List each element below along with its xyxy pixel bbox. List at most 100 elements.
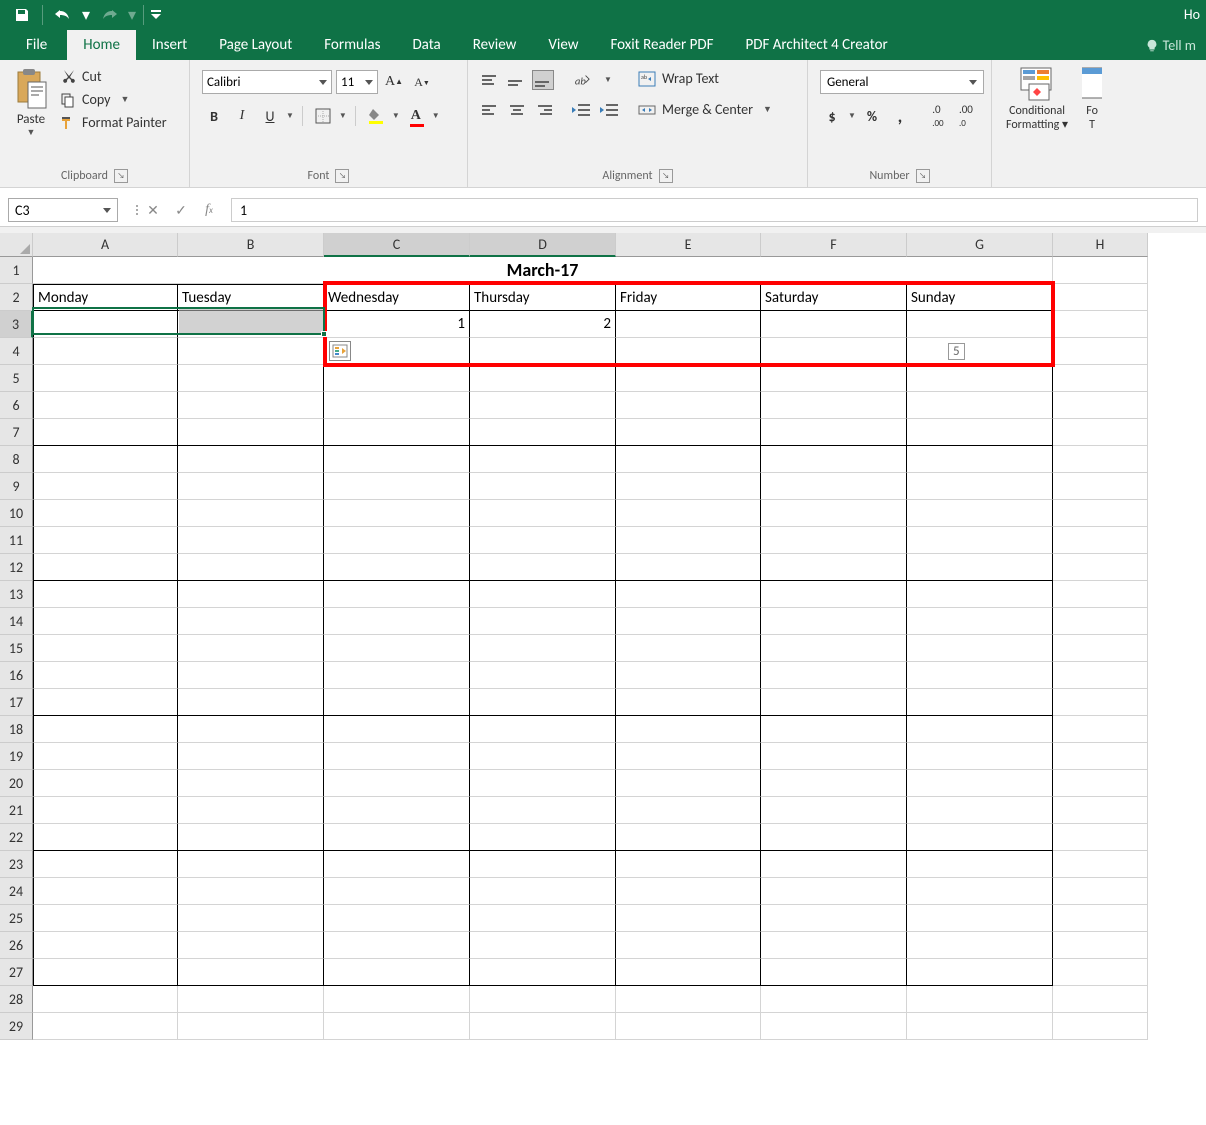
cell-A22[interactable] (33, 824, 178, 851)
cell-B19[interactable] (178, 743, 324, 770)
cell-D17[interactable] (470, 689, 616, 716)
cell-F4[interactable] (761, 338, 907, 365)
row-header-2[interactable]: 2 (0, 284, 33, 311)
cell-C2[interactable]: Wednesday (324, 284, 470, 311)
cell-B6[interactable] (178, 392, 324, 419)
row-header-21[interactable]: 21 (0, 797, 33, 824)
cell-E23[interactable] (616, 851, 761, 878)
cell-F8[interactable] (761, 446, 907, 473)
column-header-B[interactable]: B (178, 233, 324, 257)
cell-B9[interactable] (178, 473, 324, 500)
cell-G7[interactable] (907, 419, 1053, 446)
cell-H20[interactable] (1053, 770, 1148, 797)
cell-E22[interactable] (616, 824, 761, 851)
cell-G13[interactable] (907, 581, 1053, 608)
cell-A23[interactable] (33, 851, 178, 878)
cell-D6[interactable] (470, 392, 616, 419)
cell-A16[interactable] (33, 662, 178, 689)
cell-A27[interactable] (33, 959, 178, 986)
cell-H24[interactable] (1053, 878, 1148, 905)
cell-E6[interactable] (616, 392, 761, 419)
column-header-D[interactable]: D (470, 233, 616, 257)
tell-me[interactable]: Tell m (1135, 31, 1206, 60)
cell-B28[interactable] (178, 986, 324, 1013)
tab-pdf-architect[interactable]: PDF Architect 4 Creator (729, 30, 903, 60)
cell-H4[interactable] (1053, 338, 1148, 365)
tab-view[interactable]: View (532, 30, 594, 60)
cell-D2[interactable]: Thursday (470, 284, 616, 311)
row-header-8[interactable]: 8 (0, 446, 33, 473)
cell-A19[interactable] (33, 743, 178, 770)
cell-D4[interactable] (470, 338, 616, 365)
cell-E2[interactable]: Friday (616, 284, 761, 311)
cell-D11[interactable] (470, 527, 616, 554)
cell-F3[interactable] (761, 311, 907, 338)
cell-A11[interactable] (33, 527, 178, 554)
cell-B17[interactable] (178, 689, 324, 716)
cell-C26[interactable] (324, 932, 470, 959)
cut-button[interactable]: Cut (60, 68, 167, 85)
cell-F17[interactable] (761, 689, 907, 716)
cell-H13[interactable] (1053, 581, 1148, 608)
cell-F2[interactable]: Saturday (761, 284, 907, 311)
cell-G19[interactable] (907, 743, 1053, 770)
tab-file[interactable]: File (10, 30, 67, 60)
cell-G17[interactable] (907, 689, 1053, 716)
insert-function-button[interactable]: fx (195, 198, 223, 222)
cell-D8[interactable] (470, 446, 616, 473)
accounting-format-button[interactable]: $ (820, 104, 844, 128)
increase-indent-button[interactable] (598, 100, 622, 120)
enter-formula-button[interactable]: ✓ (167, 198, 195, 222)
cell-G18[interactable] (907, 716, 1053, 743)
cell-H22[interactable] (1053, 824, 1148, 851)
undo-icon[interactable] (47, 1, 79, 29)
cell-C19[interactable] (324, 743, 470, 770)
cell-B20[interactable] (178, 770, 324, 797)
cell-G5[interactable] (907, 365, 1053, 392)
cell-C8[interactable] (324, 446, 470, 473)
tab-foxit[interactable]: Foxit Reader PDF (594, 30, 729, 60)
cell-D13[interactable] (470, 581, 616, 608)
cell-B12[interactable] (178, 554, 324, 581)
cell-D7[interactable] (470, 419, 616, 446)
cell-E15[interactable] (616, 635, 761, 662)
cell-D16[interactable] (470, 662, 616, 689)
number-format-combo[interactable]: General (820, 70, 984, 94)
row-header-15[interactable]: 15 (0, 635, 33, 662)
row-header-4[interactable]: 4 (0, 338, 33, 365)
cell-D26[interactable] (470, 932, 616, 959)
cell-A5[interactable] (33, 365, 178, 392)
row-header-20[interactable]: 20 (0, 770, 33, 797)
cell-G28[interactable] (907, 986, 1053, 1013)
cell-E11[interactable] (616, 527, 761, 554)
cell-G16[interactable] (907, 662, 1053, 689)
cancel-formula-button[interactable]: ✕ (139, 198, 167, 222)
tab-review[interactable]: Review (457, 30, 533, 60)
cell-A13[interactable] (33, 581, 178, 608)
cell-H19[interactable] (1053, 743, 1148, 770)
cell-E10[interactable] (616, 500, 761, 527)
align-top-button[interactable] (480, 70, 502, 90)
cell-A2[interactable]: Monday (33, 284, 178, 311)
format-painter-button[interactable]: Format Painter (60, 114, 167, 131)
cell-A3[interactable] (33, 311, 178, 338)
cell-E12[interactable] (616, 554, 761, 581)
cell-B29[interactable] (178, 1013, 324, 1040)
cell-A25[interactable] (33, 905, 178, 932)
cell-A9[interactable] (33, 473, 178, 500)
cell-G9[interactable] (907, 473, 1053, 500)
cell-G8[interactable] (907, 446, 1053, 473)
cell-A21[interactable] (33, 797, 178, 824)
cell-B27[interactable] (178, 959, 324, 986)
cell-G4[interactable] (907, 338, 1053, 365)
cell-E13[interactable] (616, 581, 761, 608)
cell-H15[interactable] (1053, 635, 1148, 662)
cell-B3[interactable] (178, 311, 324, 338)
cell-D10[interactable] (470, 500, 616, 527)
align-left-button[interactable] (480, 100, 502, 120)
cell-B11[interactable] (178, 527, 324, 554)
cell-A26[interactable] (33, 932, 178, 959)
cell-G6[interactable] (907, 392, 1053, 419)
cell-C20[interactable] (324, 770, 470, 797)
cell-B16[interactable] (178, 662, 324, 689)
